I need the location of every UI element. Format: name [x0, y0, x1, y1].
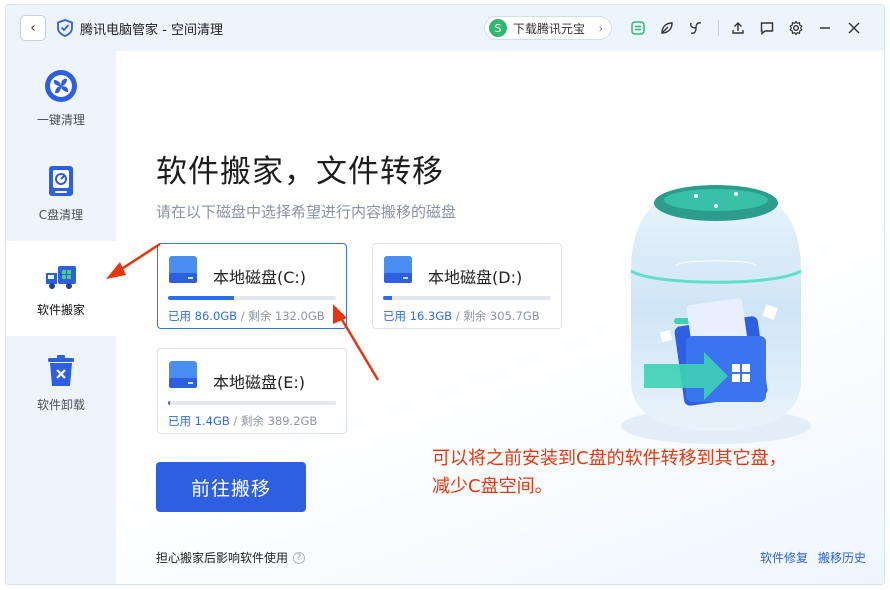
- sidebar-item-label: C盘清理: [38, 208, 84, 222]
- sidebar-item-uninstall[interactable]: 软件卸载: [6, 336, 116, 431]
- disk-usage-info: 已用 86.0GB / 剩余 132.0GB: [168, 308, 325, 324]
- message-icon[interactable]: [757, 18, 777, 38]
- leaf-icon[interactable]: [657, 18, 677, 38]
- sidebar-item-one-click-clean[interactable]: 一键清理: [6, 51, 116, 146]
- sidebar-item-label: 软件卸载: [36, 398, 85, 412]
- worry-link[interactable]: 担心搬家后影响软件使用 ?: [156, 549, 306, 566]
- move-history-link[interactable]: 搬移历史: [818, 549, 866, 566]
- badge-icon[interactable]: [628, 18, 648, 38]
- gear-icon[interactable]: [786, 18, 806, 38]
- chevron-right-icon: ›: [598, 21, 603, 35]
- bottom-links: 软件修复 搬移历史: [760, 549, 866, 566]
- titlebar: ‹ 腾讯电脑管家 - 空间清理 S 下载腾讯元宝 ›: [6, 5, 884, 51]
- sidebar-item-label: 一键清理: [36, 113, 85, 127]
- fan-icon: [45, 70, 77, 102]
- page-title: 软件搬家，文件转移: [156, 154, 444, 190]
- download-yuanbao-button[interactable]: S 下载腾讯元宝 ›: [484, 16, 612, 40]
- window-title: 腾讯电脑管家 - 空间清理: [80, 22, 223, 38]
- fan-icon[interactable]: [686, 18, 706, 38]
- shield-logo-icon: [57, 19, 73, 37]
- back-icon: ‹: [30, 20, 36, 36]
- go-move-button[interactable]: 前往搬移: [156, 462, 306, 512]
- disk-separator: /: [229, 414, 241, 428]
- disk-c-icon: [49, 166, 73, 196]
- disk-usage-bar: [168, 296, 336, 300]
- disk-usage-fill: [168, 401, 170, 405]
- back-button[interactable]: ‹: [20, 15, 46, 41]
- disk-name: 本地磁盘(D:): [428, 268, 523, 287]
- software-repair-link[interactable]: 软件修复: [760, 549, 808, 566]
- disk-separator: /: [237, 309, 249, 323]
- disk-card-e[interactable]: 本地磁盘(E:) 已用 1.4GB / 剩余 389.2GB: [157, 348, 347, 434]
- upload-icon[interactable]: [728, 18, 748, 38]
- worry-text: 担心搬家后影响软件使用: [156, 551, 289, 565]
- disk-free-label: 剩余 305.7GB: [463, 309, 540, 323]
- sidebar: 一键清理 C盘清理 软件搬家 软件卸载: [6, 51, 116, 584]
- yuanbao-icon: S: [489, 19, 507, 37]
- titlebar-actions: [619, 18, 864, 38]
- disk-name: 本地磁盘(C:): [213, 268, 307, 287]
- annotation-line: 减少C盘空间。: [432, 476, 553, 497]
- main-panel: 软件搬家，文件转移 请在以下磁盘中选择希望进行内容搬移的磁盘 本地磁盘(C:) …: [116, 51, 884, 584]
- disk-used-label: 已用 86.0GB: [168, 309, 238, 323]
- disk-usage-bar: [383, 296, 551, 300]
- trash-icon: [48, 355, 74, 386]
- sidebar-item-label: 软件搬家: [36, 303, 85, 317]
- disk-name: 本地磁盘(E:): [213, 373, 305, 392]
- disk-usage-info: 已用 16.3GB / 剩余 305.7GB: [383, 308, 540, 324]
- storage-jar-illustration: [621, 185, 811, 444]
- close-icon[interactable]: [844, 18, 864, 38]
- annotation-line: 可以将之前安装到C盘的软件转移到其它盘，: [432, 448, 787, 469]
- disk-used-label: 已用 16.3GB: [383, 309, 453, 323]
- disk-separator: /: [452, 309, 464, 323]
- promo-label: 下载腾讯元宝: [513, 21, 586, 36]
- disk-used-label: 已用 1.4GB: [168, 414, 230, 428]
- disk-card-c[interactable]: 本地磁盘(C:) 已用 86.0GB / 剩余 132.0GB: [157, 243, 347, 329]
- truck-icon: [46, 266, 76, 289]
- hard-drive-icon: [169, 361, 197, 388]
- disk-free-label: 剩余 132.0GB: [248, 309, 325, 323]
- disk-usage-fill: [168, 296, 235, 300]
- disk-free-label: 剩余 389.2GB: [240, 414, 318, 428]
- help-icon[interactable]: ?: [293, 551, 306, 564]
- disk-usage-bar: [168, 401, 336, 405]
- disk-card-d[interactable]: 本地磁盘(D:) 已用 16.3GB / 剩余 305.7GB: [372, 243, 562, 329]
- annotation-note: 可以将之前安装到C盘的软件转移到其它盘， 减少C盘空间。: [432, 445, 787, 501]
- page-subtitle: 请在以下磁盘中选择希望进行内容搬移的磁盘: [156, 203, 457, 221]
- disk-usage-info: 已用 1.4GB / 剩余 389.2GB: [168, 413, 317, 429]
- disk-usage-fill: [383, 296, 392, 300]
- minimize-icon[interactable]: [815, 18, 835, 38]
- hard-drive-icon: [384, 256, 412, 283]
- app-window: ‹ 腾讯电脑管家 - 空间清理 S 下载腾讯元宝 › 一键清理 C盘清理 软件搬…: [5, 4, 885, 585]
- titlebar-divider: [718, 20, 719, 36]
- hard-drive-icon: [169, 256, 197, 283]
- sidebar-item-software-move[interactable]: 软件搬家: [6, 241, 116, 336]
- sidebar-item-c-clean[interactable]: C盘清理: [6, 146, 116, 241]
